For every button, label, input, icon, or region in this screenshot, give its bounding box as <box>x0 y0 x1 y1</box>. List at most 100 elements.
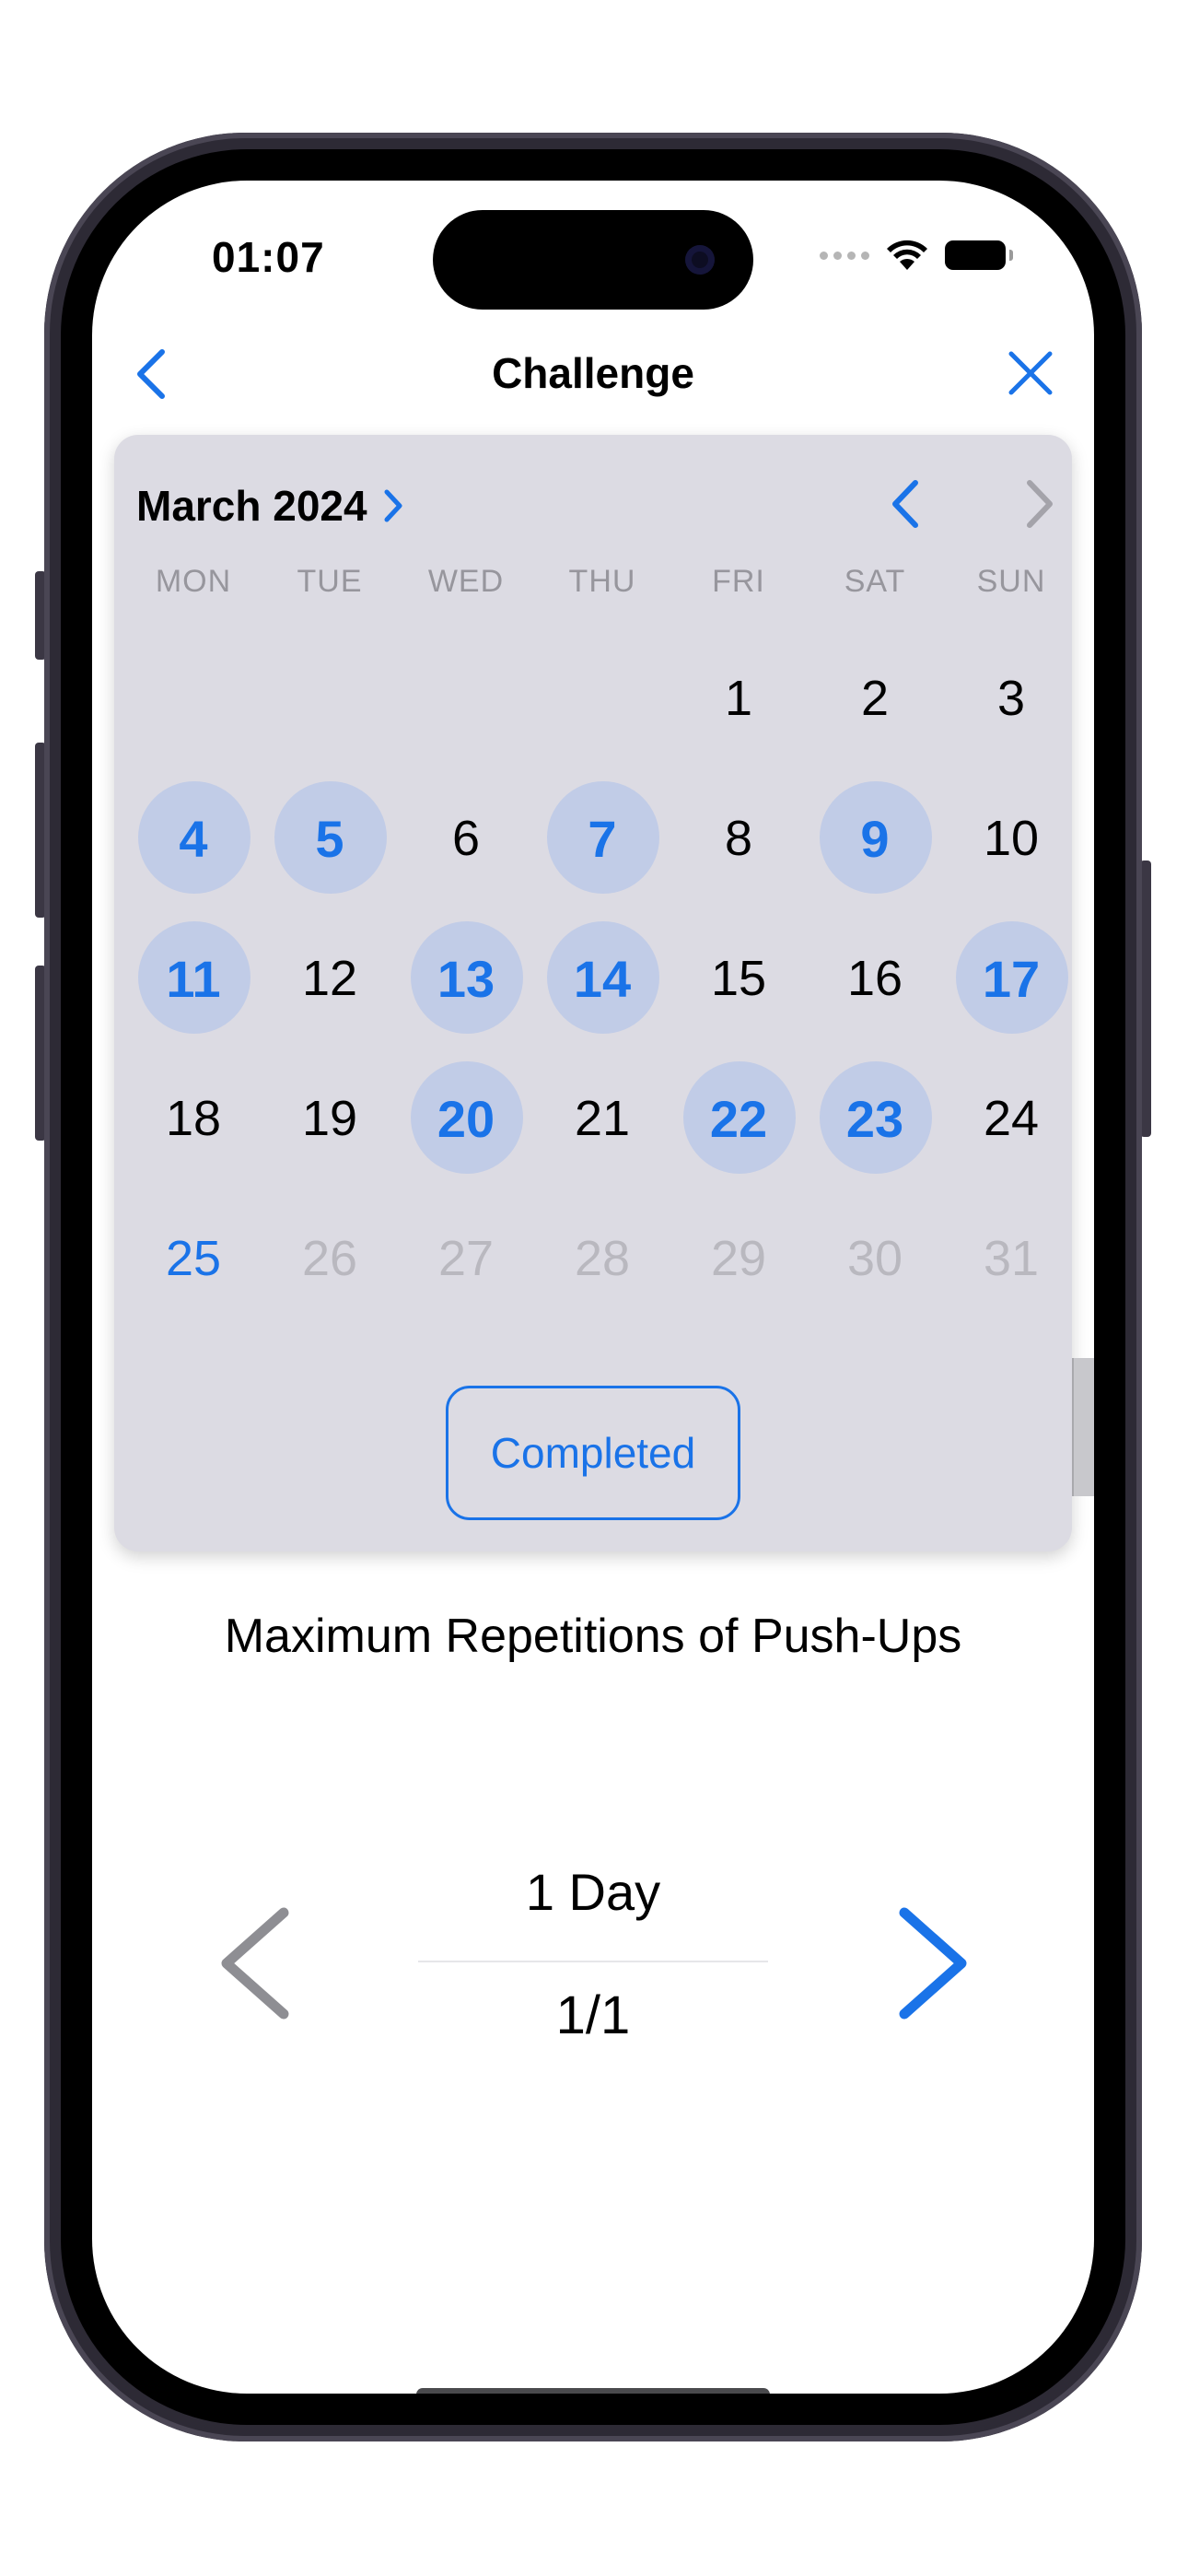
calendar-day[interactable]: 24 <box>943 1048 1079 1188</box>
calendar-day[interactable]: 6 <box>398 768 534 908</box>
day-number: 7 <box>588 809 617 868</box>
calendar-day[interactable]: 15 <box>670 908 807 1048</box>
calendar-day[interactable]: 29 <box>670 1188 807 1329</box>
day-number: 30 <box>846 1231 903 1286</box>
day-number: 14 <box>573 949 632 1008</box>
day-number: 4 <box>179 809 208 868</box>
calendar-day[interactable]: 1 <box>670 628 807 768</box>
calendar-day[interactable]: 27 <box>398 1188 534 1329</box>
calendar-day[interactable]: 25 <box>125 1188 262 1329</box>
next-day-button[interactable] <box>891 1903 974 2023</box>
day-number: 2 <box>860 671 890 726</box>
weekday-label: TUE <box>297 564 363 599</box>
calendar-day[interactable]: 4 <box>125 768 262 908</box>
calendar-day[interactable]: 31 <box>943 1188 1079 1329</box>
day-label: 1 Day <box>525 1863 661 1921</box>
calendar-day[interactable]: 18 <box>125 1048 262 1188</box>
battery-icon <box>945 240 1013 270</box>
day-number: 19 <box>301 1091 358 1146</box>
completed-button[interactable]: Completed <box>446 1386 740 1520</box>
page-counter: 1/1 <box>555 1985 631 2045</box>
exercise-title: Maximum Repetitions of Push-Ups <box>224 1610 962 1663</box>
calendar-day[interactable]: 16 <box>807 908 943 1048</box>
calendar-day[interactable]: 7 <box>534 768 670 908</box>
month-label: March 2024 <box>136 482 367 530</box>
day-number: 16 <box>846 951 903 1006</box>
calendar-day-empty <box>125 628 262 768</box>
month-picker-toggle[interactable]: March 2024 <box>136 481 406 531</box>
calendar-week-row: 11 12 13 14 15 16 17 <box>125 908 1079 1048</box>
day-number: 15 <box>710 951 767 1006</box>
calendar-day[interactable]: 23 <box>807 1048 943 1188</box>
scrollbar-thumb[interactable] <box>1072 1358 1094 1496</box>
day-number: 10 <box>983 811 1040 866</box>
calendar-day[interactable]: 9 <box>807 768 943 908</box>
day-number: 6 <box>451 811 481 866</box>
day-number: 26 <box>301 1231 358 1286</box>
day-number: 21 <box>574 1091 631 1146</box>
next-month-button[interactable] <box>1019 477 1059 531</box>
day-number: 31 <box>983 1231 1040 1286</box>
day-number: 28 <box>574 1231 631 1286</box>
calendar-day[interactable]: 19 <box>262 1048 398 1188</box>
calendar-day[interactable]: 21 <box>534 1048 670 1188</box>
calendar-day[interactable]: 13 <box>398 908 534 1048</box>
cellular-signal-icon <box>820 251 869 260</box>
day-number: 3 <box>996 671 1026 726</box>
weekday-label: SAT <box>844 564 906 599</box>
calendar-day[interactable]: 5 <box>262 768 398 908</box>
calendar-day[interactable]: 20 <box>398 1048 534 1188</box>
navigation-bar: Challenge <box>92 337 1094 407</box>
app-screen: 01:07 Challenge March 2024 MON TUE WED T… <box>92 181 1094 2394</box>
close-icon[interactable] <box>1006 348 1055 398</box>
weekday-label: WED <box>427 564 505 599</box>
weekday-label: FRI <box>712 564 765 599</box>
calendar-day[interactable]: 26 <box>262 1188 398 1329</box>
weekday-label: THU <box>568 564 636 599</box>
day-number: 13 <box>437 949 495 1008</box>
calendar-day[interactable]: 22 <box>670 1048 807 1188</box>
front-camera-icon <box>685 245 715 275</box>
day-number: 22 <box>709 1089 768 1148</box>
status-time: 01:07 <box>212 233 325 281</box>
calendar-day[interactable]: 10 <box>943 768 1079 908</box>
day-number: 29 <box>710 1231 767 1286</box>
calendar-card: March 2024 MON TUE WED THU FRI SAT SUN 1… <box>114 435 1072 1551</box>
calendar-day[interactable]: 14 <box>534 908 670 1048</box>
day-number: 18 <box>165 1091 222 1146</box>
previous-month-button[interactable] <box>886 477 926 531</box>
day-number: 23 <box>845 1089 904 1148</box>
day-number: 17 <box>982 949 1041 1008</box>
home-indicator <box>416 2388 770 2394</box>
day-number: 8 <box>724 811 753 866</box>
calendar-day[interactable]: 3 <box>943 628 1079 768</box>
day-number: 9 <box>860 809 890 868</box>
calendar-day[interactable]: 11 <box>125 908 262 1048</box>
divider <box>418 1961 768 1962</box>
calendar-day-empty <box>398 628 534 768</box>
weekday-label: MON <box>155 564 232 599</box>
calendar-day[interactable]: 2 <box>807 628 943 768</box>
day-number: 5 <box>315 809 344 868</box>
weekday-label: SUN <box>976 564 1046 599</box>
calendar-day[interactable]: 17 <box>943 908 1079 1048</box>
calendar-grid: 1 2 3 4 5 6 7 8 9 10 11 12 13 14 15 16 17 18 19 20 21 22 23 24 2… <box>125 628 1079 1329</box>
calendar-day[interactable]: 8 <box>670 768 807 908</box>
calendar-day-empty <box>262 628 398 768</box>
weekday-header: MON TUE WED THU FRI SAT SUN <box>125 564 1083 600</box>
day-number: 1 <box>724 671 753 726</box>
calendar-week-row: 18 19 20 21 22 23 24 <box>125 1048 1079 1188</box>
calendar-day[interactable]: 12 <box>262 908 398 1048</box>
day-number: 20 <box>437 1089 495 1148</box>
day-number: 25 <box>165 1231 222 1286</box>
previous-day-button[interactable] <box>214 1903 297 2023</box>
day-number: 12 <box>301 951 358 1006</box>
calendar-day[interactable]: 30 <box>807 1188 943 1329</box>
wifi-icon <box>887 240 927 270</box>
chevron-right-icon <box>384 489 402 522</box>
calendar-day[interactable]: 28 <box>534 1188 670 1329</box>
calendar-week-row: 4 5 6 7 8 9 10 <box>125 768 1079 908</box>
day-number: 24 <box>983 1091 1040 1146</box>
calendar-week-row: 25 26 27 28 29 30 31 <box>125 1188 1079 1329</box>
day-number: 27 <box>437 1231 495 1286</box>
